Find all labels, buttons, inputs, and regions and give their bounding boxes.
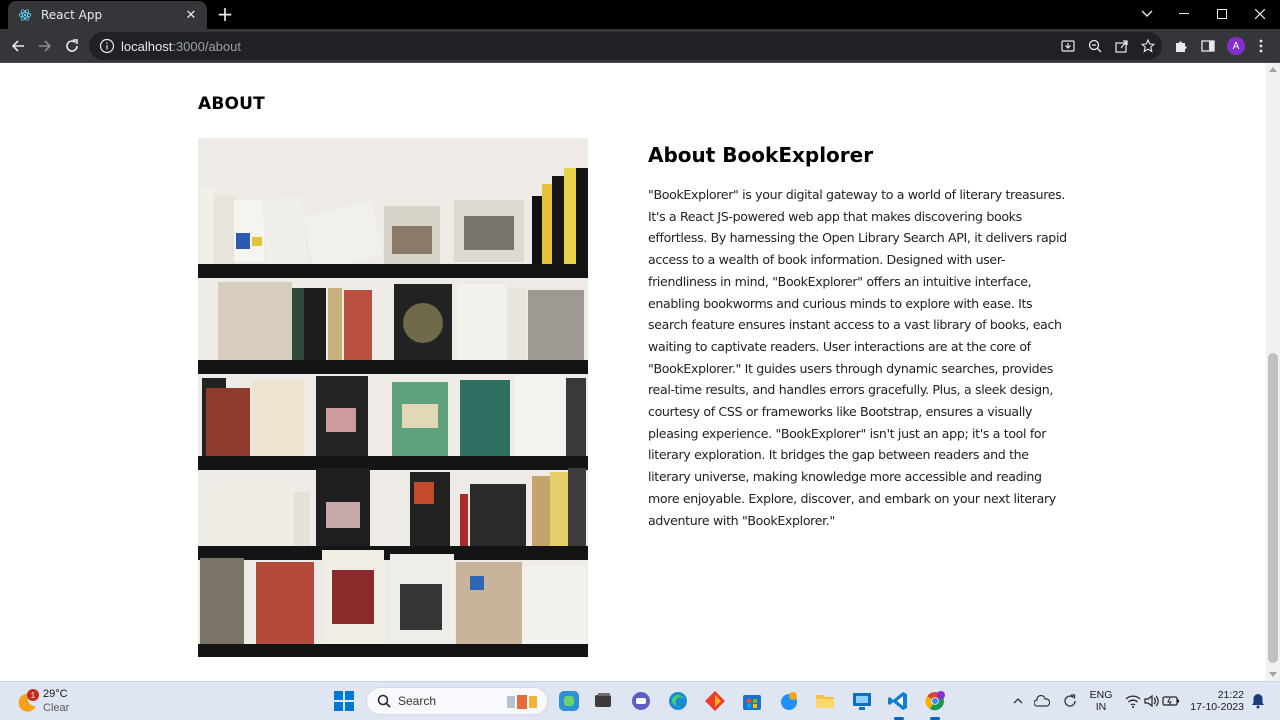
react-icon	[18, 9, 32, 21]
scrollbar-thumb[interactable]	[1268, 353, 1278, 663]
sync-icon[interactable]	[1058, 689, 1082, 713]
site-info-icon[interactable]	[99, 38, 115, 54]
weather-widget[interactable]: 1 29°C Clear	[14, 686, 84, 718]
page-heading: ABOUT	[198, 94, 265, 114]
scroll-up-arrow-icon[interactable]	[1269, 67, 1277, 72]
extensions-puzzle-icon[interactable]	[1171, 36, 1191, 56]
battery-icon[interactable]	[1159, 689, 1183, 713]
onedrive-icon[interactable]	[1030, 689, 1054, 713]
chrome-app-icon[interactable]	[923, 689, 947, 713]
desktop-app-icon[interactable]	[850, 689, 874, 713]
tab-react-app[interactable]: React App ✕	[8, 1, 207, 29]
vscode-icon[interactable]	[886, 689, 910, 713]
search-icon	[377, 694, 391, 708]
url-text[interactable]: localhost:3000/about	[121, 39, 241, 54]
maximize-button[interactable]	[1212, 5, 1232, 23]
file-explorer-icon[interactable]	[813, 689, 837, 713]
windows-taskbar: 1 29°C Clear Search ENG IN 21:22 17-10-2…	[0, 681, 1280, 720]
taskbar-search[interactable]: Search	[366, 687, 548, 715]
edge-browser-icon[interactable]	[666, 689, 690, 713]
teams-chat-icon[interactable]	[629, 689, 653, 713]
weather-temperature: 29°C	[43, 688, 68, 700]
new-tab-button[interactable]: +	[215, 4, 235, 24]
back-button[interactable]	[8, 36, 28, 56]
notification-bell-icon[interactable]	[1246, 689, 1270, 713]
browser-toolbar: localhost:3000/about	[0, 29, 1280, 63]
close-window-button[interactable]	[1250, 5, 1270, 23]
copilot-pre-icon[interactable]	[557, 689, 581, 713]
task-view-icon[interactable]	[591, 689, 615, 713]
devhome-app-icon[interactable]	[777, 689, 801, 713]
about-description: "BookExplorer" is your digital gateway t…	[648, 187, 1067, 528]
scroll-down-arrow-icon[interactable]	[1269, 672, 1277, 677]
address-bar[interactable]: localhost:3000/about	[89, 32, 1162, 60]
zoom-icon[interactable]	[1085, 36, 1105, 56]
bookmark-star-icon[interactable]	[1138, 36, 1158, 56]
about-title: About BookExplorer	[648, 143, 874, 167]
browser-tab-strip: React App ✕ +	[0, 0, 1280, 29]
git-app-icon[interactable]	[703, 689, 727, 713]
page-scrollbar[interactable]	[1266, 63, 1280, 681]
close-tab-icon[interactable]: ✕	[183, 7, 199, 23]
side-panel-icon[interactable]	[1198, 36, 1218, 56]
chrome-menu-icon[interactable]	[1251, 36, 1271, 56]
weather-condition: Clear	[43, 702, 70, 714]
bookshelf-image	[198, 138, 588, 657]
weather-badge: 1	[27, 689, 39, 701]
install-app-icon[interactable]	[1058, 36, 1078, 56]
language-indicator[interactable]: ENG IN	[1088, 689, 1114, 713]
system-clock[interactable]: 21:22 17-10-2023	[1188, 689, 1252, 713]
tab-title: React App	[41, 8, 103, 22]
search-highlight-icon	[507, 695, 537, 709]
search-label: Search	[398, 694, 437, 708]
tab-search-chevron-icon[interactable]	[1137, 5, 1157, 23]
microsoft-store-icon[interactable]	[740, 689, 764, 713]
profile-avatar[interactable]: A	[1227, 37, 1245, 55]
windows-start-icon[interactable]	[332, 689, 356, 713]
minimize-button[interactable]	[1174, 5, 1194, 23]
page-viewport: ABOUT About BookExplorer "BookExplorer" …	[0, 63, 1266, 681]
reload-button[interactable]	[62, 36, 82, 56]
forward-button[interactable]	[35, 36, 55, 56]
share-icon[interactable]	[1112, 36, 1132, 56]
show-hidden-icons-chevron-icon[interactable]	[1006, 689, 1030, 713]
